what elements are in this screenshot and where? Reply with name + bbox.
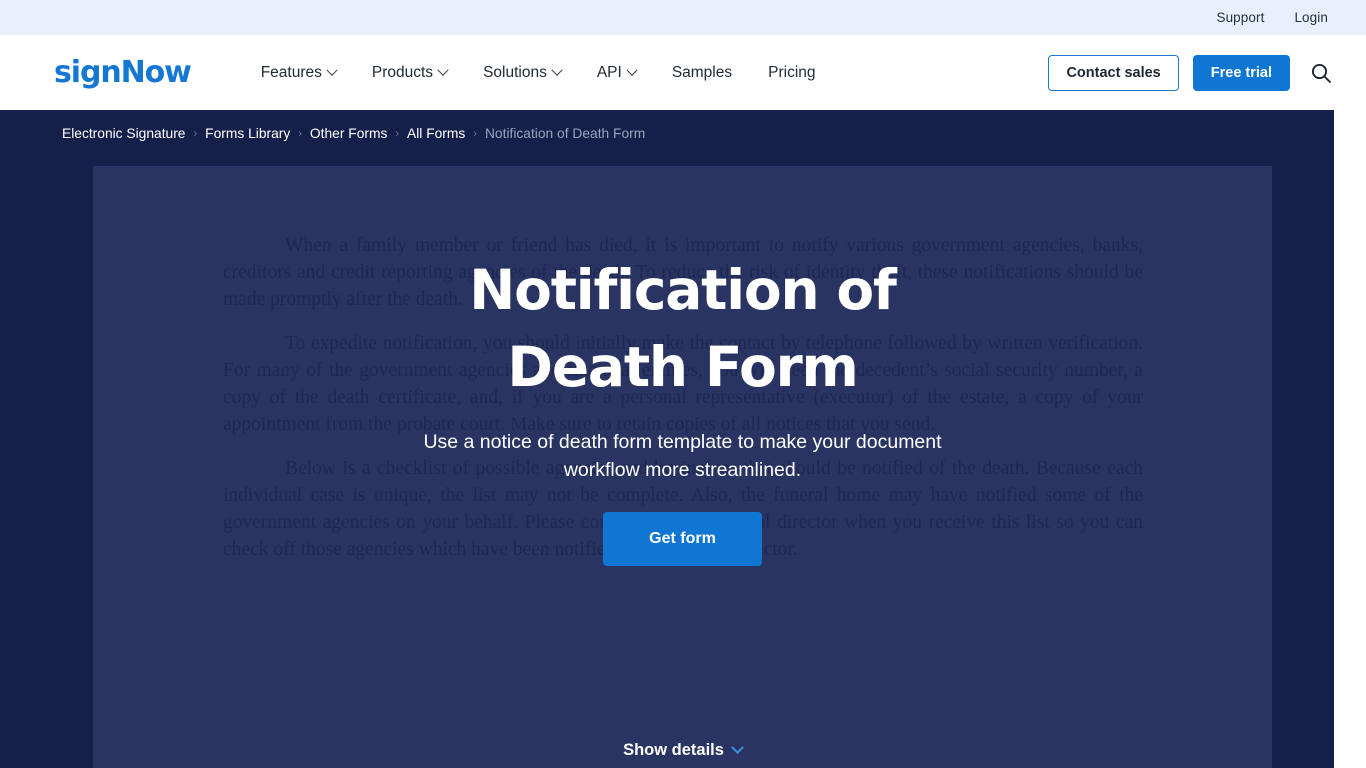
breadcrumb-separator-icon: › [395,127,400,140]
login-link[interactable]: Login [1294,10,1328,25]
nav-item-solutions[interactable]: Solutions [465,64,579,82]
breadcrumb-separator-icon: › [193,127,198,140]
nav-item-pricing[interactable]: Pricing [750,64,833,82]
nav-item-products[interactable]: Products [354,64,465,82]
hero-card: When a family member or friend has died,… [93,166,1272,768]
nav-label: Samples [671,63,733,81]
show-details-label: Show details [623,741,724,759]
hero-subtitle: Use a notice of death form template to m… [423,431,942,481]
hero-content: Notification of Death Form Use a notice … [93,166,1272,768]
show-details-toggle[interactable]: Show details [93,741,1272,760]
search-button[interactable] [1308,60,1334,86]
support-link[interactable]: Support [1216,10,1264,25]
page-title: Notification of Death Form [469,258,897,399]
nav-label: Solutions [483,63,547,81]
chevron-down-icon [437,64,449,76]
header-actions: Contact sales Free trial [1048,35,1334,110]
chevron-down-icon [326,64,338,76]
breadcrumb-item-current: Notification of Death Form [484,126,646,141]
nav-label: Products [371,63,434,81]
site-header: signNow Features Products Solutions API … [0,35,1366,110]
get-form-button[interactable]: Get form [603,512,762,566]
nav-item-api[interactable]: API [579,64,654,82]
nav-label: API [596,63,622,81]
breadcrumb-item-all-forms[interactable]: All Forms [407,126,465,141]
chevron-down-icon [731,741,744,755]
main-nav: Features Products Solutions API Samples … [243,64,834,82]
chevron-down-icon [626,64,638,76]
contact-sales-button[interactable]: Contact sales [1048,54,1179,91]
chevron-down-icon [551,64,563,76]
nav-item-features[interactable]: Features [243,64,354,82]
free-trial-button[interactable]: Free trial [1192,54,1290,91]
hero-section: Electronic Signature › Forms Library › O… [0,110,1334,768]
utility-bar: Support Login [0,0,1366,35]
search-icon [1311,63,1331,83]
page-root: Support Login signNow Features Products … [0,0,1366,768]
breadcrumb-item-forms-library[interactable]: Forms Library [205,126,290,141]
nav-label: Pricing [768,63,816,81]
signnow-logo[interactable]: signNow [54,57,192,88]
breadcrumb-separator-icon: › [473,127,477,140]
breadcrumb: Electronic Signature › Forms Library › O… [62,126,645,141]
nav-label: Features [260,63,322,81]
breadcrumb-item-other-forms[interactable]: Other Forms [310,126,387,141]
breadcrumb-separator-icon: › [298,127,302,140]
nav-item-samples[interactable]: Samples [654,64,750,82]
breadcrumb-item-electronic-signature[interactable]: Electronic Signature [62,126,185,141]
